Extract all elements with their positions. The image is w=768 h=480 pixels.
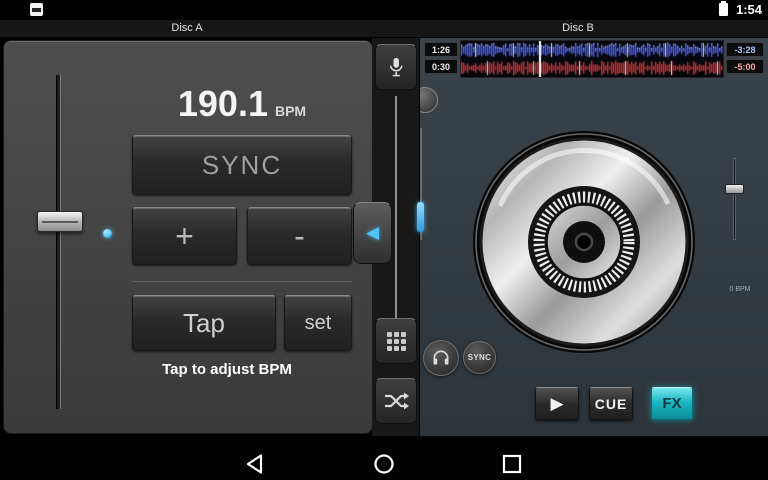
bpm-display: 190.1 BPM	[132, 83, 352, 129]
beat-indicator-led	[103, 229, 112, 238]
bpm-increase-button[interactable]: +	[132, 207, 237, 265]
deck-a-bpm-panel: 190.1 BPM SYNC + - Tap set Tap to adjust…	[3, 40, 373, 434]
main-area: 1:26 0:30 -3:28 -5:00	[0, 38, 768, 448]
grid-icon	[387, 332, 406, 351]
deck-b-volume-handle[interactable]	[417, 202, 424, 232]
back-icon	[244, 452, 268, 476]
divider	[132, 281, 352, 282]
deck-b-remaining-time-bottom: -5:00	[726, 59, 764, 74]
deck-b-remaining-time-top: -3:28	[726, 42, 764, 57]
deck-b-panel: 1:26 0:30 -3:28 -5:00	[420, 38, 768, 436]
deck-b-pitch-readout: 0 BPM	[718, 286, 762, 293]
deck-b-pitch-slider[interactable]	[733, 158, 736, 240]
shuffle-icon	[383, 389, 409, 413]
home-icon	[372, 452, 396, 476]
fx-button[interactable]: FX	[651, 387, 693, 420]
shuffle-button[interactable]	[375, 378, 417, 424]
pad-grid-button[interactable]	[375, 318, 417, 364]
microphone-icon	[386, 54, 406, 80]
bpm-unit-label: BPM	[275, 103, 306, 119]
jog-wheel[interactable]	[472, 130, 696, 354]
status-clock: 1:54	[736, 2, 762, 17]
status-bar: 1:54	[0, 0, 768, 20]
panel-collapse-tab[interactable]: ◀	[353, 202, 392, 264]
set-bpm-button[interactable]: set	[284, 295, 352, 351]
deck-a-sync-button[interactable]: SYNC	[132, 135, 352, 195]
battery-icon	[719, 3, 728, 16]
recents-icon	[500, 452, 524, 476]
dj-app-screen: 1:54 Disc A Disc B 1:26 0:30 -3:28 -5:00	[0, 0, 768, 480]
disc-b-label: Disc B	[508, 22, 648, 34]
android-nav-bar	[0, 448, 768, 480]
bpm-value: 190.1	[178, 83, 268, 125]
waveform-display[interactable]	[460, 40, 724, 78]
microphone-button[interactable]	[375, 44, 417, 90]
cue-button[interactable]: CUE	[589, 387, 633, 420]
deck-b-elapsed-time-top: 1:26	[424, 42, 458, 57]
play-icon: ▶	[550, 394, 563, 414]
deck-a-pitch-slider[interactable]	[56, 75, 61, 409]
notification-icon	[30, 3, 43, 16]
back-button[interactable]	[244, 452, 268, 476]
deck-a-pitch-handle[interactable]	[37, 211, 83, 232]
play-button[interactable]: ▶	[535, 387, 579, 420]
tap-hint-label: Tap to adjust BPM	[102, 361, 352, 378]
deck-b-pitch-handle[interactable]	[725, 184, 744, 194]
deck-header: Disc A Disc B	[0, 20, 768, 38]
deck-b-sync-button[interactable]: SYNC	[463, 341, 496, 374]
collapse-arrow-icon: ◀	[366, 223, 379, 243]
jog-wheel-graphic	[472, 130, 696, 354]
recents-button[interactable]	[500, 452, 524, 476]
deck-b-elapsed-time-bottom: 0:30	[424, 59, 458, 74]
disc-a-label: Disc A	[117, 22, 257, 34]
tap-bpm-button[interactable]: Tap	[132, 295, 276, 351]
strip-divider-line	[395, 96, 397, 318]
headphone-icon	[431, 348, 451, 368]
headphone-monitor-button[interactable]	[423, 340, 459, 376]
home-button[interactable]	[372, 452, 396, 476]
bpm-decrease-button[interactable]: -	[247, 207, 352, 265]
waveform-canvas	[461, 41, 723, 77]
